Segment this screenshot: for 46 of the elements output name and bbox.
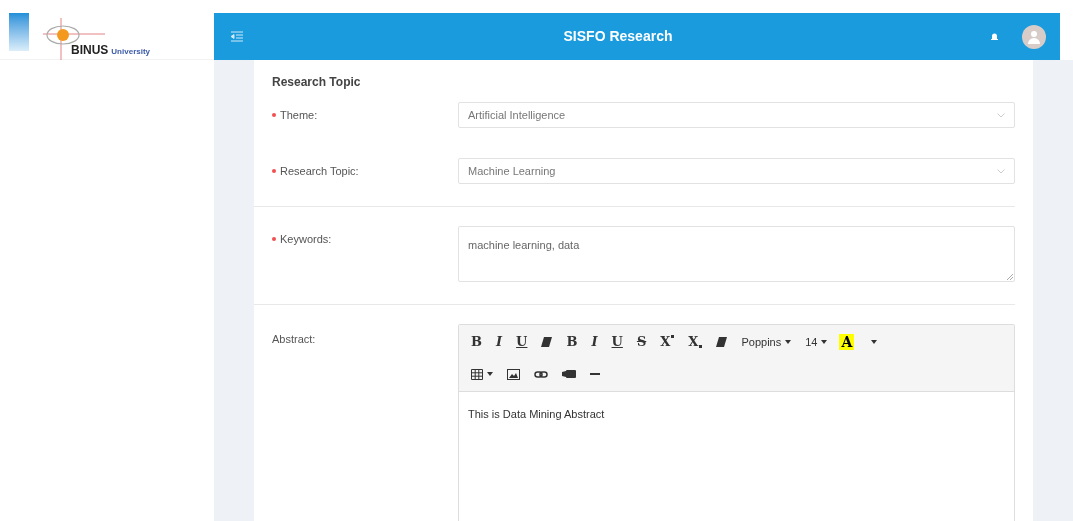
format-button[interactable]: U [509,329,535,355]
menu-icon [231,31,243,42]
format-button[interactable]: X [653,329,682,355]
chevron-down-icon [997,168,1005,174]
chevron-down-icon [997,112,1005,118]
format-button[interactable]: X [681,329,710,355]
keywords-field[interactable]: machine learning, data [458,226,1015,282]
format-button[interactable]: S [629,329,654,355]
format-button[interactable]: I [489,329,510,355]
caret-icon [487,372,493,376]
field-label: Theme: [280,108,318,123]
logo-mark [9,13,29,51]
select-field[interactable]: Artificial Intelligence [458,102,1015,128]
app-title: SISFO Research [562,27,674,46]
logo-emblem-icon [41,16,107,60]
toolbar-dropdown[interactable]: 14 [798,329,835,355]
caret-icon [871,340,878,344]
highlight-button[interactable]: A [839,334,855,350]
image-icon [507,368,520,380]
link-icon [534,370,548,378]
caret-icon [821,340,828,344]
bell-icon [991,32,998,41]
format-button[interactable]: B [559,329,585,355]
user-avatar[interactable] [1022,24,1046,49]
field-label: Research Topic: [280,164,359,179]
notifications-button[interactable] [991,32,998,41]
brand-suffix: University [111,46,151,58]
video-icon [562,370,576,378]
user-icon [1028,29,1040,44]
toolbar-dropdown[interactable]: Poppins [734,329,799,355]
brand-name: BINUS [71,42,109,59]
field-label: Keywords: [280,232,332,247]
resize-handle-icon [1007,274,1013,280]
select-field[interactable]: Machine Learning [458,158,1015,184]
section-title: Research Topic [272,74,362,91]
abstract-text[interactable]: This is Data Mining Abstract [468,408,605,420]
format-button[interactable]: B [464,329,489,355]
format-button[interactable]: U [604,329,630,355]
format-button[interactable]: I [584,329,605,355]
caret-icon [785,340,792,344]
field-label: Abstract: [272,332,316,347]
eraser-icon [541,337,553,347]
horizontal-rule-icon [590,373,600,375]
table-icon [471,368,483,380]
eraser-icon [716,337,728,347]
menu-toggle[interactable] [231,30,245,43]
